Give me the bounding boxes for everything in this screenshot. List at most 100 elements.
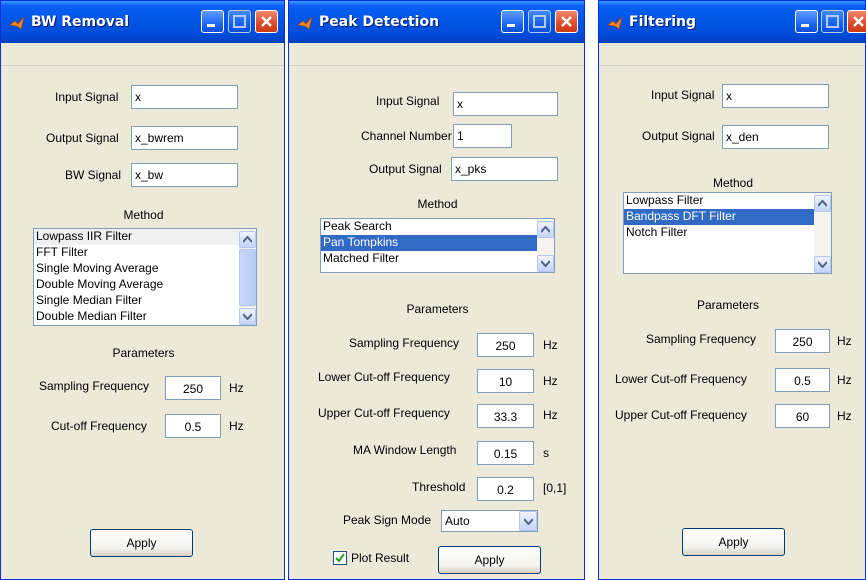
window-filtering: Filtering Input Signal x Output Signal x… <box>598 0 866 580</box>
list-item[interactable]: Matched Filter <box>321 251 554 267</box>
output-signal-field[interactable]: x_bwrem <box>131 126 238 150</box>
input-signal-label: Input Signal <box>651 88 715 102</box>
parameters-label: Parameters <box>112 346 175 360</box>
input-signal-field[interactable]: x <box>131 85 238 109</box>
panel: Input Signal x Output Signal x_bwrem BW … <box>1 65 284 579</box>
bw-signal-field[interactable]: x_bw <box>131 163 238 187</box>
list-item[interactable]: Peak Search <box>321 219 554 235</box>
output-signal-field[interactable]: x_pks <box>451 157 558 181</box>
close-button[interactable] <box>847 10 866 33</box>
scrollbar[interactable] <box>537 219 554 272</box>
sampling-frequency-field[interactable]: 250 <box>775 329 830 353</box>
dropdown-button[interactable] <box>519 511 537 531</box>
upper-cutoff-field[interactable]: 60 <box>775 404 830 428</box>
upper-cutoff-label: Upper Cut-off Frequency <box>615 408 747 422</box>
scroll-down-button[interactable] <box>239 308 256 325</box>
threshold-label: Threshold <box>412 480 466 494</box>
parameters-label: Parameters <box>406 302 469 316</box>
input-signal-field[interactable]: x <box>722 84 829 108</box>
ma-window-length-field[interactable]: 0.15 <box>477 441 534 465</box>
panel: Input Signal x Channel Number 1 Output S… <box>289 65 584 579</box>
hz-unit: Hz <box>837 334 852 348</box>
peak-sign-mode-value: Auto <box>445 514 470 528</box>
close-button[interactable] <box>555 10 578 33</box>
upper-cutoff-field[interactable]: 33.3 <box>477 404 534 428</box>
list-item[interactable]: Notch Filter <box>624 225 831 241</box>
hz-unit: Hz <box>543 338 558 352</box>
list-item[interactable]: Lowpass IIR Filter <box>34 229 256 245</box>
chevron-down-icon <box>818 261 827 268</box>
sampling-frequency-label: Sampling Frequency <box>646 332 757 346</box>
hz-unit: Hz <box>837 409 852 423</box>
maximize-button[interactable] <box>821 10 844 33</box>
chevron-up-icon <box>541 226 550 233</box>
close-button[interactable] <box>255 10 278 33</box>
peak-sign-mode-label: Peak Sign Mode <box>343 513 432 527</box>
scrollbar[interactable] <box>814 193 831 273</box>
lower-cutoff-field[interactable]: 0.5 <box>775 368 830 392</box>
chevron-up-icon <box>818 200 827 207</box>
matlab-icon <box>9 16 25 30</box>
bw-signal-label: BW Signal <box>65 168 122 182</box>
method-listbox[interactable]: Lowpass IIR Filter FFT Filter Single Mov… <box>33 228 257 326</box>
sampling-frequency-label: Sampling Frequency <box>39 379 150 393</box>
list-item[interactable]: Single Moving Average <box>34 261 256 277</box>
scroll-down-button[interactable] <box>537 255 554 272</box>
chevron-down-icon <box>541 260 550 267</box>
sampling-frequency-field[interactable]: 250 <box>477 333 534 357</box>
input-signal-field[interactable]: x <box>453 92 558 116</box>
apply-button[interactable]: Apply <box>90 529 193 557</box>
maximize-button[interactable] <box>528 10 551 33</box>
apply-button[interactable]: Apply <box>438 546 541 574</box>
maximize-icon <box>233 15 246 28</box>
output-signal-field[interactable]: x_den <box>722 125 829 149</box>
list-item[interactable]: Double Moving Average <box>34 277 256 293</box>
method-label: Method <box>417 197 458 211</box>
minimize-button[interactable] <box>795 10 818 33</box>
lower-cutoff-field[interactable]: 10 <box>477 369 534 393</box>
apply-button[interactable]: Apply <box>682 528 785 556</box>
output-signal-label: Output Signal <box>369 162 442 176</box>
peak-sign-mode-dropdown[interactable]: Auto <box>441 510 538 532</box>
input-signal-label: Input Signal <box>55 90 119 104</box>
method-listbox[interactable]: Lowpass Filter Bandpass DFT Filter Notch… <box>623 192 832 274</box>
minimize-icon <box>801 24 809 27</box>
list-item[interactable]: Double Median Filter <box>34 309 256 325</box>
close-icon <box>853 16 864 27</box>
minimize-button[interactable] <box>501 10 524 33</box>
scroll-up-button[interactable] <box>239 231 256 248</box>
maximize-icon <box>826 15 839 28</box>
maximize-button[interactable] <box>228 10 251 33</box>
plot-result-label: Plot Result <box>351 551 410 565</box>
scroll-down-button[interactable] <box>814 256 831 273</box>
seconds-unit: s <box>543 446 549 460</box>
scroll-up-button[interactable] <box>537 221 554 238</box>
title-bar: Filtering <box>599 1 866 43</box>
hz-unit: Hz <box>543 374 558 388</box>
ma-window-length-label: MA Window Length <box>353 443 457 457</box>
sampling-frequency-field[interactable]: 250 <box>165 376 221 400</box>
list-item-selected[interactable]: Pan Tompkins <box>321 235 554 251</box>
channel-number-field[interactable]: 1 <box>453 124 512 148</box>
plot-result-checkbox[interactable] <box>333 551 347 565</box>
minimize-button[interactable] <box>201 10 224 33</box>
window-peak-detection: Peak Detection Input Signal x Channel Nu… <box>288 0 585 580</box>
list-item-selected[interactable]: Bandpass DFT Filter <box>624 209 831 225</box>
method-listbox[interactable]: Peak Search Pan Tompkins Matched Filter <box>320 218 555 273</box>
scrollbar[interactable] <box>239 229 256 325</box>
maximize-icon <box>533 15 546 28</box>
chevron-down-icon <box>243 313 252 320</box>
window-title: Filtering <box>629 14 697 30</box>
cutoff-frequency-field[interactable]: 0.5 <box>165 414 221 438</box>
scroll-thumb[interactable] <box>239 249 256 306</box>
window-title: Peak Detection <box>319 14 440 30</box>
list-item[interactable]: Lowpass Filter <box>624 193 831 209</box>
close-icon <box>561 16 572 27</box>
close-icon <box>261 16 272 27</box>
scroll-up-button[interactable] <box>814 195 831 212</box>
hz-unit: Hz <box>837 373 852 387</box>
list-item[interactable]: Single Median Filter <box>34 293 256 309</box>
list-item[interactable]: FFT Filter <box>34 245 256 261</box>
panel: Input Signal x Output Signal x_den Metho… <box>599 65 865 579</box>
threshold-field[interactable]: 0.2 <box>477 477 534 501</box>
